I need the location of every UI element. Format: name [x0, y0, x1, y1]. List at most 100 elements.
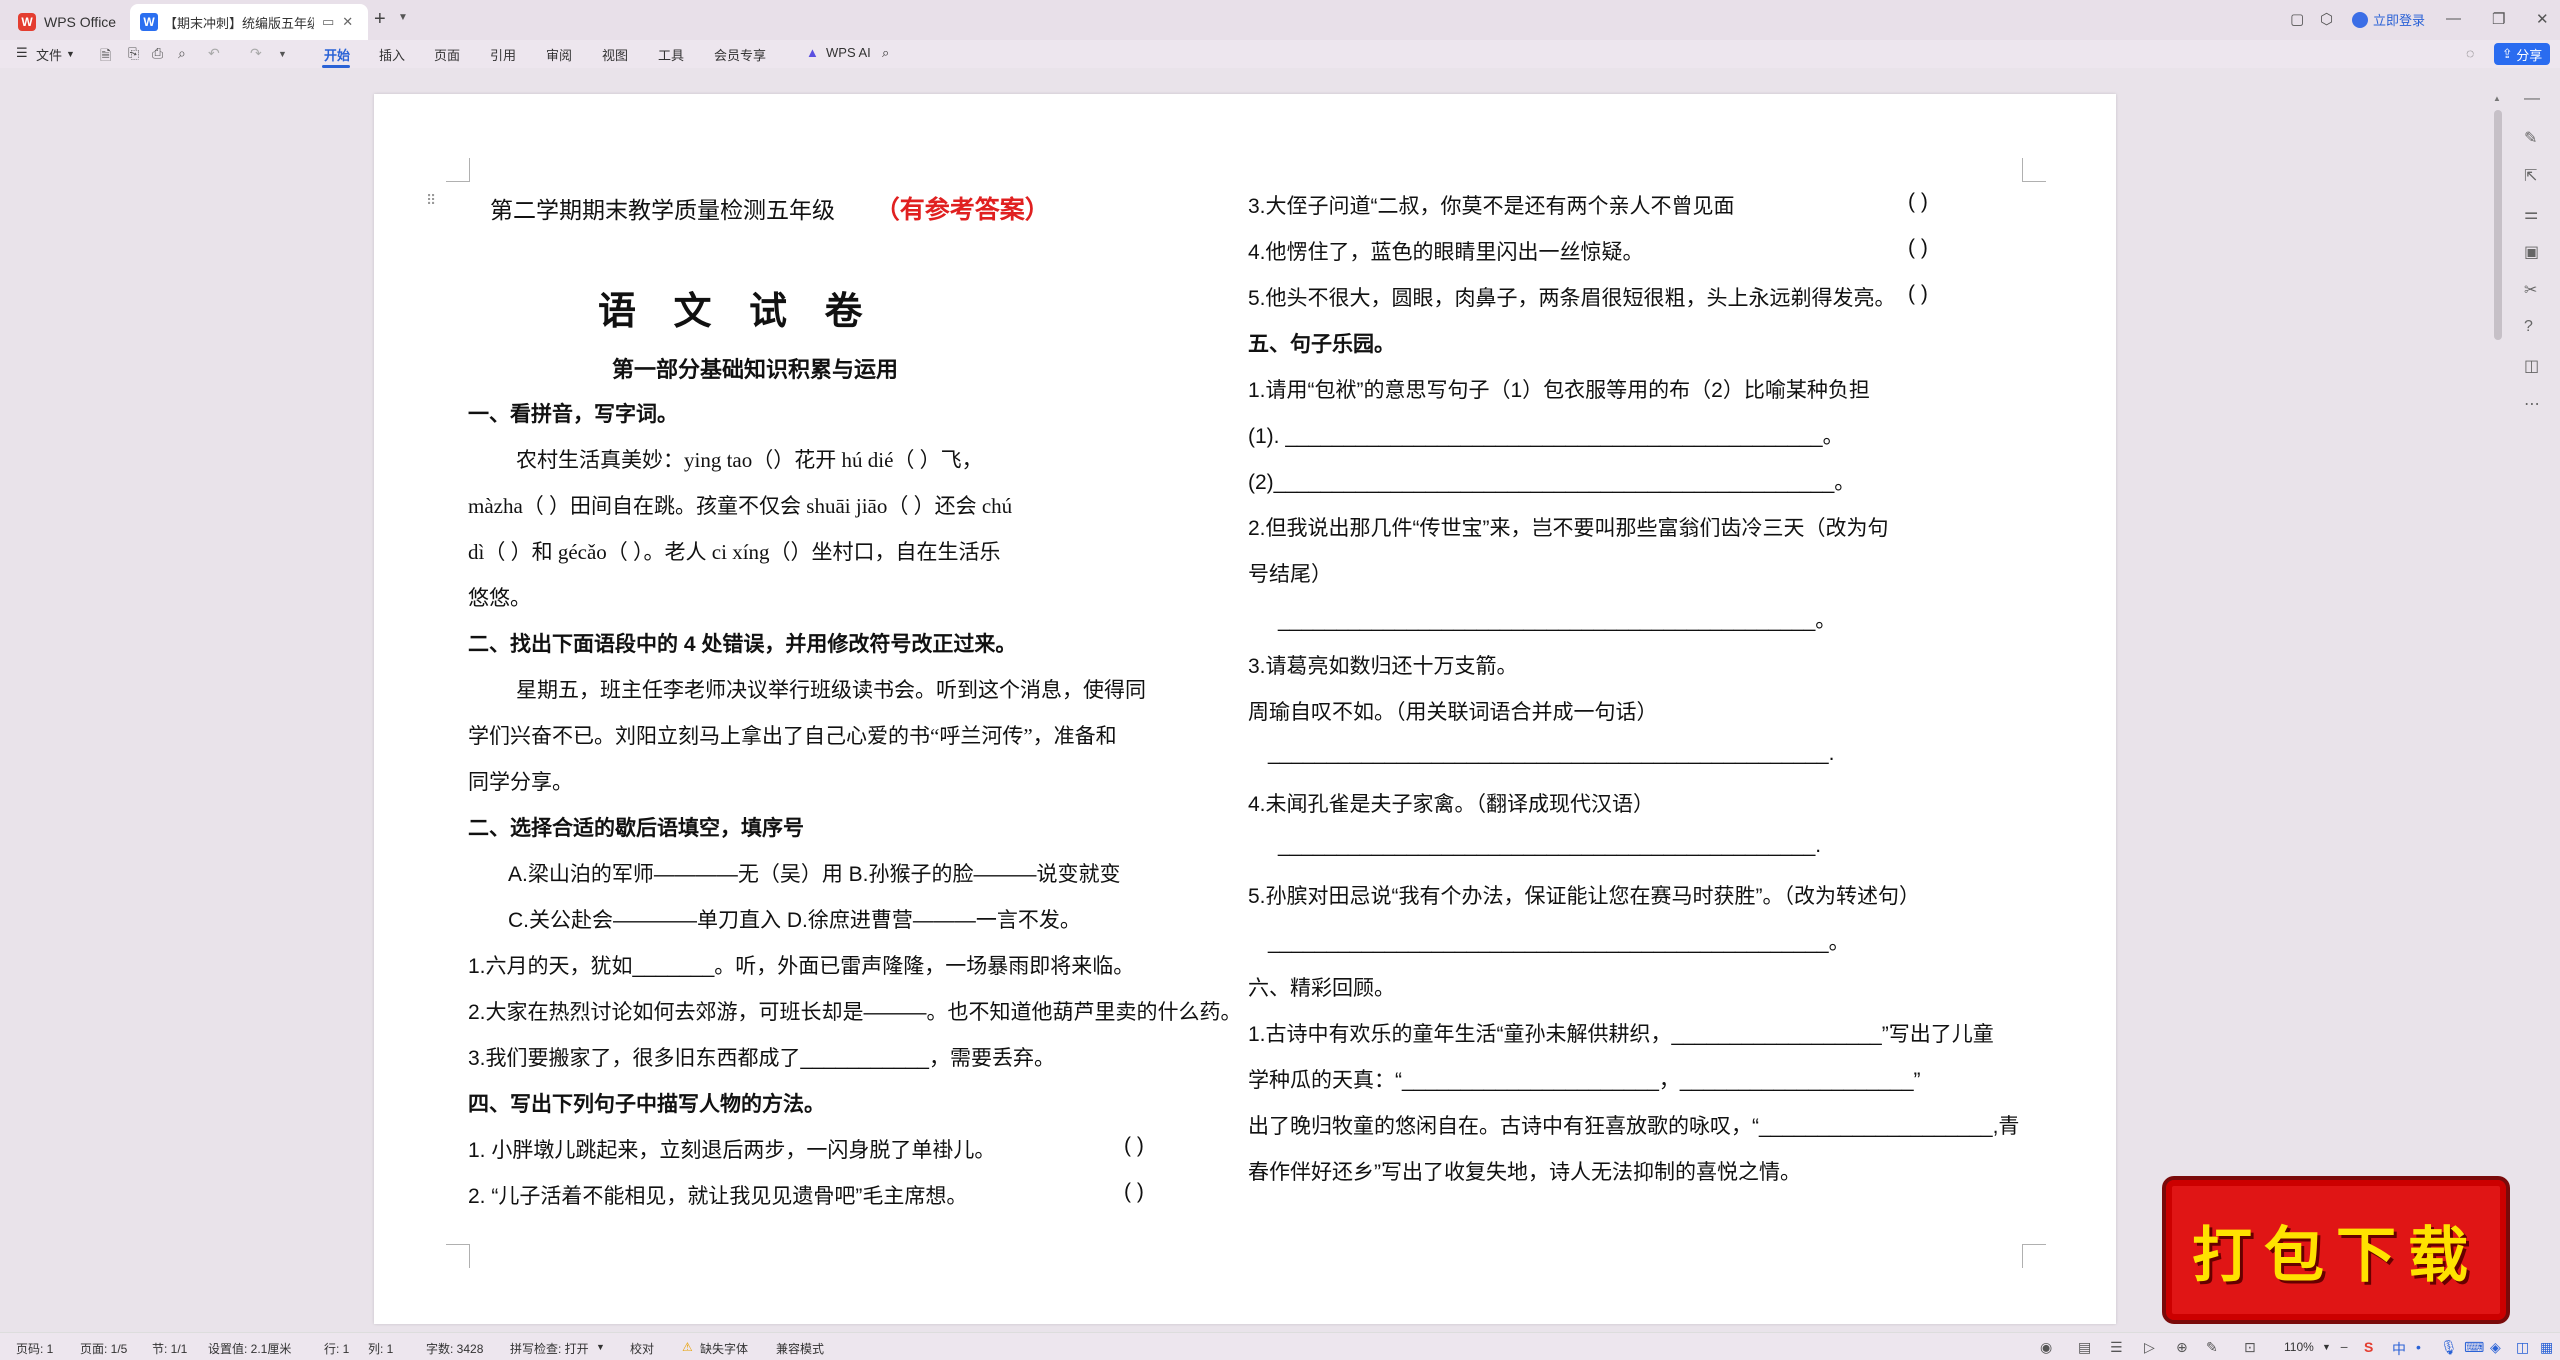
monitor-icon[interactable]: ▭ [322, 14, 334, 30]
sentence-line: 3.大侄子问道“二叔，你莫不是还有两个亲人不曾见面 [1248, 195, 1735, 218]
play-icon[interactable]: ▷ [2144, 1339, 2155, 1356]
select-icon[interactable]: ⇱ [2524, 166, 2537, 186]
microphone-icon[interactable]: 🎙 [2440, 1339, 2458, 1356]
grid-icon[interactable]: ▦ [2540, 1339, 2553, 1356]
download-ad-banner[interactable]: 打包下载 [2162, 1176, 2510, 1324]
tab-view[interactable]: 视图 [602, 45, 628, 64]
status-spellcheck[interactable]: 拼写检查: 打开 [510, 1340, 589, 1357]
tab-page[interactable]: 页面 [434, 45, 460, 64]
title-prefix: 第二学期期末教学质量检测五年级 [490, 198, 835, 223]
chevron-down-icon[interactable]: ▼ [2322, 1342, 2331, 1352]
pen-icon[interactable]: ✎ [2206, 1339, 2218, 1356]
ime-logo-icon[interactable]: S [2364, 1339, 2373, 1355]
status-pages[interactable]: 页面: 1/5 [80, 1340, 127, 1357]
paragraph-line: 学们兴奋不已。刘阳立刻马上拿出了自己心爱的书“呼兰河传”，准备和 [468, 724, 1117, 748]
minimize-icon[interactable]: — [2446, 10, 2461, 27]
share-button[interactable]: ⇪ 分享 [2494, 43, 2550, 65]
fit-icon[interactable]: ⊡ [2244, 1339, 2256, 1356]
status-wordcount[interactable]: 字数: 3428 [426, 1340, 483, 1357]
window-icon[interactable]: ▢ [2290, 10, 2304, 28]
status-section[interactable]: 节: 1/1 [152, 1340, 187, 1357]
menu-file[interactable]: 文件 [36, 45, 62, 64]
tab-review[interactable]: 审阅 [546, 45, 572, 64]
zoom-out-icon[interactable]: − [2340, 1339, 2348, 1355]
paragraph-line: dì（ ）和 gécǎo（ ）。老人 ci xíng（）坐村口，自在生活乐 [468, 540, 1001, 564]
print-icon[interactable]: ⎙ [152, 45, 163, 62]
question-heading: 二、找出下面语段中的 4 处错误，并用修改符号改正过来。 [468, 633, 1017, 656]
shirt-icon[interactable]: ◫ [2516, 1339, 2529, 1356]
search-icon[interactable]: ⌕ [882, 45, 889, 61]
close-icon[interactable]: ✕ [342, 14, 353, 30]
status-row[interactable]: 行: 1 [324, 1340, 349, 1357]
cube-icon[interactable]: ⬡ [2320, 10, 2333, 28]
warning-icon: ⚠ [682, 1340, 693, 1354]
new-tab-icon[interactable]: + [374, 8, 386, 31]
edit-icon[interactable]: ✎ [2524, 128, 2537, 148]
tab-tools[interactable]: 工具 [658, 45, 684, 64]
chevron-down-icon[interactable]: ▼ [278, 49, 287, 59]
export-icon[interactable]: ⎘ [128, 45, 139, 62]
menu-bar: ☰ 文件 ▼ 🗎 ⎘ ⎙ ⌕ ↶ ↷ ▼ 开始 插入 页面 引用 审阅 视图 工… [0, 40, 2560, 68]
part-heading: 第一部分基础知识积累与运用 [612, 357, 899, 382]
chevron-down-icon[interactable]: ▼ [66, 49, 75, 59]
tab-insert[interactable]: 插入 [379, 45, 405, 64]
paragraph-line: 星期五，班主任李老师决议举行班级读书会。听到这个消息，使得同 [516, 678, 1146, 702]
help-icon[interactable]: ? [2524, 318, 2533, 336]
chat-icon[interactable]: ◌ [2466, 45, 2474, 61]
status-bar: 页码: 1 页面: 1/5 节: 1/1 设置值: 2.1厘米 行: 1 列: … [0, 1332, 2560, 1360]
close-window-icon[interactable]: ✕ [2536, 10, 2549, 28]
keyboard-icon[interactable]: ⌨ [2464, 1339, 2484, 1356]
sentence-line: 号结尾） [1248, 563, 1332, 586]
active-tab-indicator [322, 65, 350, 68]
status-page-number[interactable]: 页码: 1 [16, 1340, 53, 1357]
outline-view-icon[interactable]: ☰ [2110, 1339, 2123, 1356]
option-line: A.梁山泊的军师————无（吴）用 B.孙猴子的脸———说变就变 [508, 863, 1121, 886]
sentence-line: 5.他头不很大，圆眼，肉鼻子，两条眉很短很粗，头上永远剃得发亮。 [1248, 287, 1896, 310]
wps-logo-icon: W [18, 13, 36, 31]
hamburger-icon[interactable]: ☰ [16, 45, 28, 61]
wps-ai-icon: ▲ [806, 45, 819, 60]
undo-icon[interactable]: ↶ [208, 45, 220, 62]
status-compat-mode[interactable]: 兼容模式 [776, 1340, 824, 1357]
status-missing-font[interactable]: 缺失字体 [700, 1340, 748, 1357]
more-icon[interactable]: ⋯ [2524, 394, 2540, 414]
writer-doc-icon: W [140, 13, 158, 31]
login-button[interactable]: 立即登录 [2352, 10, 2425, 29]
zoom-level[interactable]: 110% [2284, 1340, 2314, 1354]
chevron-down-icon[interactable]: ▼ [596, 1342, 605, 1352]
tab-wps-ai[interactable]: WPS AI [826, 45, 871, 60]
status-col[interactable]: 列: 1 [368, 1340, 393, 1357]
print-preview-icon[interactable]: ⌕ [178, 45, 186, 62]
tab-home[interactable]: 开始 [324, 45, 350, 64]
collapse-icon[interactable]: — [2524, 90, 2540, 108]
status-proofread[interactable]: 校对 [630, 1340, 654, 1357]
redo-icon[interactable]: ↷ [250, 45, 262, 62]
exam-title: 语 文 试 卷 [598, 291, 877, 333]
tools-icon[interactable]: ✂ [2524, 280, 2537, 300]
gamepad-icon[interactable]: ◈ [2490, 1339, 2501, 1356]
image-icon[interactable]: ▣ [2524, 242, 2539, 262]
status-setting[interactable]: 设置值: 2.1厘米 [208, 1340, 291, 1357]
avatar [2352, 11, 2368, 28]
tab-wps-office[interactable]: W WPS Office [8, 4, 126, 40]
document-page[interactable]: ⠿ 第二学期期末教学质量检测五年级 （有参考答案） 语 文 试 卷 第一部分基础… [374, 94, 2116, 1324]
ime-chinese-icon[interactable]: 中 [2392, 1339, 2406, 1359]
tab-references[interactable]: 引用 [490, 45, 516, 64]
adjust-icon[interactable]: ⚌ [2524, 204, 2538, 224]
sentence-line: 周瑜自叹不如。（用关联词语合并成一句话） [1248, 701, 1658, 724]
page-view-icon[interactable]: ▤ [2078, 1339, 2091, 1356]
tab-document[interactable]: W 【期末冲刺】统编版五年级语 ▭ ✕ [130, 4, 368, 40]
scroll-up-icon[interactable]: ▲ [2493, 94, 2501, 103]
drag-handle-icon[interactable]: ⠿ [426, 192, 436, 209]
restore-icon[interactable]: ❐ [2492, 10, 2505, 28]
ime-punct-icon[interactable]: • [2416, 1339, 2421, 1355]
vertical-scrollbar[interactable] [2494, 110, 2502, 340]
save-icon[interactable]: 🗎 [100, 45, 111, 69]
eye-icon[interactable]: ◉ [2040, 1339, 2052, 1356]
sentence-line: 1.古诗中有欢乐的童年生活“童孙未解供耕织，__________________… [1248, 1023, 1994, 1046]
shirt-icon[interactable]: ◫ [2524, 356, 2539, 376]
web-view-icon[interactable]: ⊕ [2176, 1339, 2188, 1356]
sentence-line: 2.但我说出那几件“传世宝”来，岂不要叫那些富翁们齿冷三天（改为句 [1248, 517, 1889, 540]
chevron-down-icon[interactable]: ▼ [398, 12, 408, 23]
tab-member[interactable]: 会员专享 [714, 45, 766, 64]
